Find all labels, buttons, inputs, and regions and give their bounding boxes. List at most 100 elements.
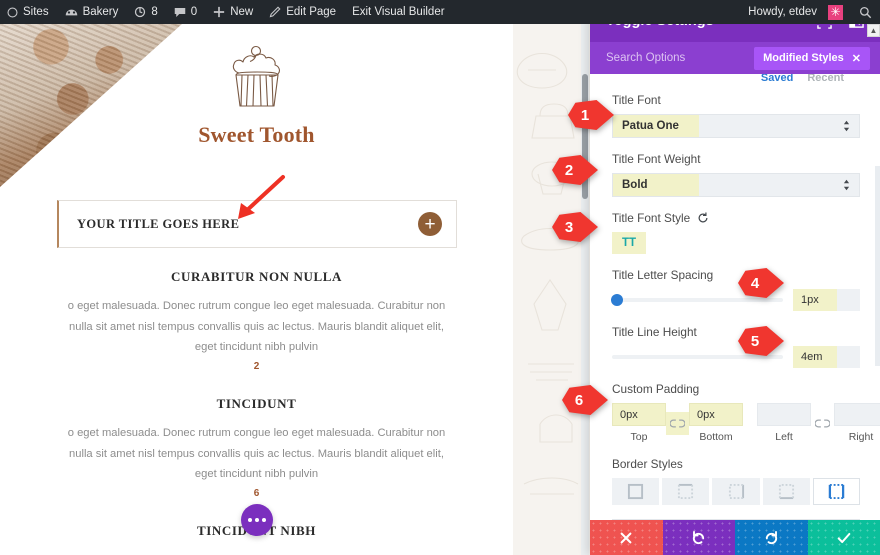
toggle-module-title: YOUR TITLE GOES HERE (77, 216, 240, 231)
field-label: Title Font Weight (612, 152, 701, 166)
section-body: o eget malesuada. Donec rutrum congue le… (61, 550, 453, 555)
custom-padding-grid: 0px Top 0px Bottom Left Right (612, 403, 880, 443)
field-label: Border Styles (612, 457, 683, 471)
border-bottom-solid-icon[interactable] (762, 478, 810, 505)
field-label: Title Letter Spacing (612, 268, 714, 282)
cancel-button[interactable] (590, 520, 663, 555)
border-left-right-solid-icon[interactable] (812, 478, 861, 505)
title-font-weight-value: Bold (613, 174, 699, 196)
ghost-tab-saved[interactable]: Saved (761, 74, 793, 83)
padding-cell-left: Left (757, 403, 811, 443)
dot (262, 518, 266, 522)
admin-bar-item-new[interactable]: New (205, 0, 261, 24)
padding-top-input[interactable]: 0px (612, 403, 666, 426)
content-section-1: CURABITUR NON NULLA o eget malesuada. Do… (0, 269, 513, 372)
comments-icon (174, 7, 186, 18)
padding-bottom-input[interactable]: 0px (689, 403, 743, 426)
annotation-marker-6: 6 (562, 385, 608, 415)
section-body: o eget malesuada. Donec rutrum congue le… (67, 300, 446, 354)
border-top-solid-icon[interactable] (662, 478, 710, 505)
admin-bar-item-exit-visual-builder[interactable]: Exit Visual Builder (344, 0, 452, 24)
field-label: Title Font Style (612, 211, 860, 225)
field-border-styles: Border Styles (612, 457, 861, 505)
letter-spacing-input[interactable]: 1px (793, 289, 860, 311)
admin-bar-account[interactable]: Howdy, etdev ✳ (740, 0, 851, 24)
reset-icon[interactable] (697, 212, 709, 224)
annotation-marker-2: 2 (552, 155, 598, 185)
field-title-line-height: Title Line Height 4em (612, 325, 860, 368)
admin-bar-item-updates[interactable]: 8 (126, 0, 165, 24)
padding-bottom-label: Bottom (699, 431, 733, 443)
chevron-updown-icon (843, 120, 850, 132)
annotation-marker-3: 3 (552, 212, 598, 242)
marker-number: 5 (750, 332, 760, 350)
title-font-weight-select[interactable]: Bold (612, 173, 860, 197)
admin-bar-item-comments[interactable]: 0 (166, 0, 205, 24)
border-styles-row (612, 478, 861, 505)
sites-icon (7, 6, 18, 18)
admin-bar-label-updates-count: 8 (151, 6, 158, 18)
section-heading: TINCIDUNT (216, 396, 297, 411)
section-number: 6 (253, 488, 260, 500)
padding-right-input[interactable] (834, 403, 880, 426)
field-title-letter-spacing: Title Letter Spacing 1px (611, 268, 860, 311)
wp-admin-bar: Sites Bakery 8 0 New Edit Page Exit Visu… (0, 0, 880, 24)
field-label: Custom Padding (612, 382, 700, 396)
field-title-font-style: Title Font Style TT (612, 211, 860, 254)
content-section-2: TINCIDUNT o eget malesuada. Donec rutrum… (0, 396, 513, 499)
undo-button[interactable] (662, 520, 735, 555)
panel-action-bar (590, 520, 880, 555)
scrolled-tabs-row: Saved Recent (590, 74, 880, 83)
panel-search-bar[interactable]: Search Options Modified Styles ✕ (590, 42, 880, 74)
marker-shape (562, 385, 608, 415)
field-label: Title Line Height (612, 325, 697, 339)
admin-bar-item-bakery[interactable]: Bakery (57, 0, 127, 24)
floating-options-button[interactable] (241, 504, 273, 536)
search-options-input[interactable]: Search Options (606, 52, 754, 64)
annotation-marker-1: 1 (568, 100, 614, 130)
marker-shape (552, 155, 598, 185)
marker-shape (552, 212, 598, 242)
slider-knob[interactable] (611, 294, 624, 306)
admin-bar-label-sites: Sites (23, 6, 49, 18)
border-right-solid-icon[interactable] (712, 478, 760, 505)
padding-cell-bottom: 0px Bottom (689, 403, 743, 443)
admin-bar-search-button[interactable] (851, 0, 880, 24)
link-padding-horizontal-icon[interactable] (811, 412, 834, 435)
link-padding-vertical-icon[interactable] (666, 411, 689, 435)
dot (248, 518, 252, 522)
admin-bar-item-sites[interactable]: Sites (0, 0, 57, 24)
line-height-input[interactable]: 4em (793, 346, 860, 368)
border-solid-icon[interactable] (612, 478, 660, 505)
padding-left-input[interactable] (757, 403, 811, 426)
marker-number: 2 (564, 161, 574, 179)
marker-number: 4 (750, 274, 760, 292)
letter-spacing-slider-row: 1px (611, 289, 860, 311)
panel-scrollbar[interactable] (875, 166, 880, 366)
text-transform-uppercase-button[interactable]: TT (612, 232, 646, 254)
field-custom-padding: Custom Padding 0px Top 0px Bottom Left R… (612, 382, 880, 443)
updates-icon (134, 6, 146, 18)
admin-bar-item-edit-page[interactable]: Edit Page (261, 0, 344, 24)
section-heading: CURABITUR NON NULLA (170, 269, 343, 284)
cookies-photo (0, 24, 182, 187)
close-icon[interactable]: ✕ (852, 52, 861, 65)
toggle-expand-button[interactable]: + (418, 212, 442, 236)
marker-shape (738, 326, 784, 356)
admin-bar-label-comments-count: 0 (190, 6, 198, 18)
title-font-select[interactable]: Patua One (612, 114, 860, 138)
letter-spacing-slider[interactable] (611, 294, 783, 306)
modified-styles-label: Modified Styles (763, 52, 844, 64)
page-canvas: Sweet Tooth YOUR TITLE GOES HERE + CURAB… (0, 24, 513, 555)
dashboard-icon (65, 7, 78, 18)
page-title: Sweet Tooth (198, 122, 315, 147)
padding-cell-top: 0px Top (612, 403, 666, 443)
modified-styles-badge[interactable]: Modified Styles ✕ (754, 46, 870, 70)
redo-button[interactable] (735, 520, 808, 555)
plus-icon (213, 6, 225, 18)
avatar: ✳ (828, 4, 843, 20)
pencil-icon (269, 6, 281, 18)
ghost-tab-recent[interactable]: Recent (807, 74, 844, 83)
scroll-up-arrow[interactable]: ▲ (867, 24, 880, 37)
save-button[interactable] (807, 520, 880, 555)
